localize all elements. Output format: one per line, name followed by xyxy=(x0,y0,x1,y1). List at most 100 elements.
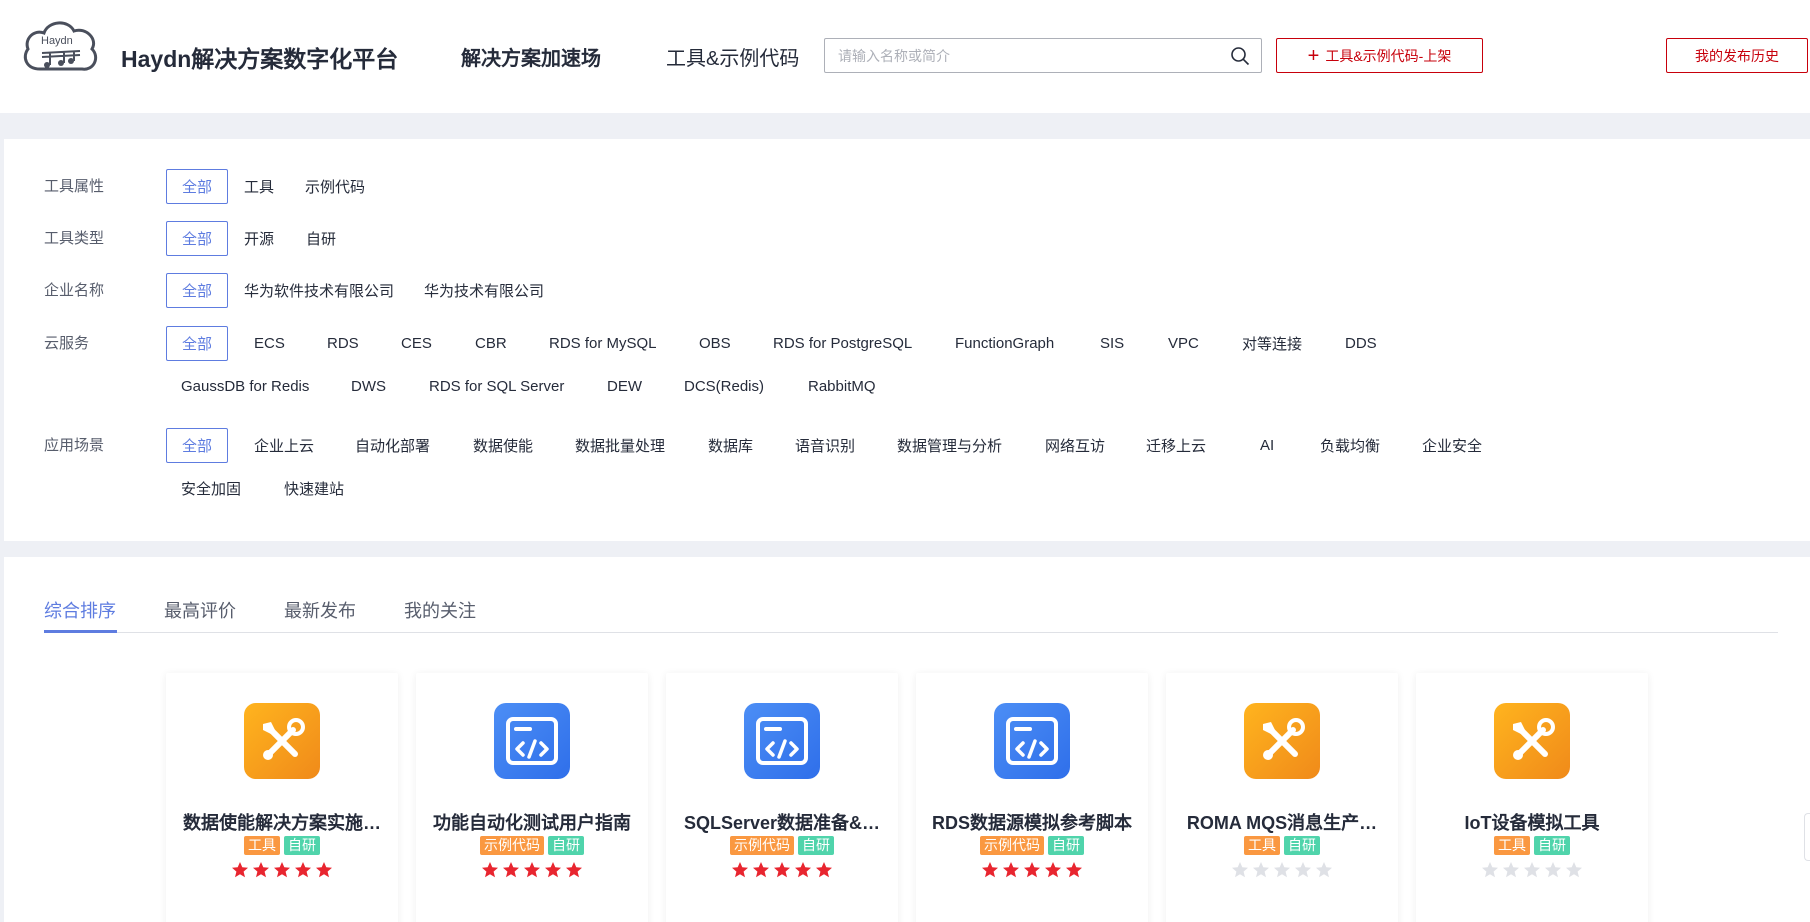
attr-tag: 工具 xyxy=(1494,836,1530,855)
filter-scene-hardening[interactable]: 安全加固 xyxy=(181,471,241,506)
star-icon xyxy=(295,862,311,878)
card-title[interactable]: RDS数据源模拟参考脚本 xyxy=(916,809,1148,835)
star-icon xyxy=(774,862,790,878)
product-card[interactable]: SQLServer数据准备&… 示例代码 自研 xyxy=(666,673,898,922)
publish-button[interactable]: + 工具&示例代码-上架 xyxy=(1276,38,1483,73)
publish-history-button[interactable]: 我的发布历史 xyxy=(1666,38,1808,73)
card-title[interactable]: 数据使能解决方案实施… xyxy=(166,809,398,835)
filter-scene-network[interactable]: 网络互访 xyxy=(1045,428,1105,463)
filter-scene-all[interactable]: 全部 xyxy=(166,428,228,463)
filter-cloud-dds[interactable]: DDS xyxy=(1345,326,1377,361)
filter-cloud-functiongraph[interactable]: FunctionGraph xyxy=(955,326,1054,361)
filter-cloud-all[interactable]: 全部 xyxy=(166,326,228,361)
filter-scene-batch-processing[interactable]: 数据批量处理 xyxy=(575,428,665,463)
filter-scene-load-balancing[interactable]: 负载均衡 xyxy=(1320,428,1380,463)
filter-cloud-sis[interactable]: SIS xyxy=(1100,326,1124,361)
product-card[interactable]: 功能自动化测试用户指南 示例代码 自研 xyxy=(416,673,648,922)
product-card[interactable]: IoT设备模拟工具 工具 自研 xyxy=(1416,673,1648,922)
card-title[interactable]: 功能自动化测试用户指南 xyxy=(416,809,648,835)
tab-following[interactable]: 我的关注 xyxy=(404,597,476,623)
rating-stars xyxy=(416,861,648,879)
filter-scene-data-enablement[interactable]: 数据使能 xyxy=(473,428,533,463)
star-icon xyxy=(1024,862,1040,878)
filter-cloud-rds-sqlserver[interactable]: RDS for SQL Server xyxy=(429,369,564,404)
star-icon xyxy=(795,862,811,878)
rating-stars xyxy=(166,861,398,879)
filter-company-all[interactable]: 全部 xyxy=(166,273,228,308)
code-icon xyxy=(494,703,570,779)
star-icon xyxy=(524,862,540,878)
star-icon xyxy=(1066,862,1082,878)
side-float-tab[interactable] xyxy=(1804,813,1810,861)
card-title[interactable]: SQLServer数据准备&… xyxy=(666,809,898,835)
tab-overall[interactable]: 综合排序 xyxy=(44,597,116,623)
filter-cloud-rds-postgresql[interactable]: RDS for PostgreSQL xyxy=(773,326,912,361)
filter-label-scene: 应用场景 xyxy=(44,437,105,454)
filter-scene-ai[interactable]: AI xyxy=(1260,428,1274,463)
filter-attr-sample[interactable]: 示例代码 xyxy=(305,169,365,204)
filter-cloud-vpc[interactable]: VPC xyxy=(1168,326,1199,361)
filter-cloud-dws[interactable]: DWS xyxy=(351,369,386,404)
filter-cloud-ecs[interactable]: ECS xyxy=(254,326,285,361)
tab-divider xyxy=(44,632,1778,633)
rating-stars xyxy=(916,861,1148,879)
star-icon xyxy=(732,862,748,878)
rating-stars xyxy=(1416,861,1648,879)
filter-attr-all[interactable]: 全部 xyxy=(166,169,228,204)
tab-newest[interactable]: 最新发布 xyxy=(284,597,356,623)
filter-cloud-peering[interactable]: 对等连接 xyxy=(1242,326,1302,361)
filter-company-huawei-software[interactable]: 华为软件技术有限公司 xyxy=(244,273,394,308)
star-icon xyxy=(1274,862,1290,878)
filter-scene-data-management[interactable]: 数据管理与分析 xyxy=(897,428,1002,463)
product-card[interactable]: ROMA MQS消息生产… 工具 自研 xyxy=(1166,673,1398,922)
type-tag: 自研 xyxy=(798,836,834,855)
haydn-logo[interactable]: Haydn xyxy=(20,17,102,79)
filter-company-huawei-tech[interactable]: 华为技术有限公司 xyxy=(424,273,544,308)
filter-type-opensource[interactable]: 开源 xyxy=(244,221,274,256)
filter-scene-enterprise-security[interactable]: 企业安全 xyxy=(1422,428,1482,463)
nav-solution-accelerator[interactable]: 解决方案加速场 xyxy=(461,42,601,71)
publish-button-label: 工具&示例代码-上架 xyxy=(1325,47,1452,64)
filter-cloud-gaussdb-redis[interactable]: GaussDB for Redis xyxy=(181,369,309,404)
results-panel: 综合排序 最高评价 最新发布 我的关注 数据使能解决方案实施… 工具 自研 功能自动化… xyxy=(4,557,1810,922)
filter-attr-tool[interactable]: 工具 xyxy=(244,169,274,204)
filter-cloud-dcs-redis[interactable]: DCS(Redis) xyxy=(684,369,764,404)
card-title[interactable]: ROMA MQS消息生产… xyxy=(1166,809,1398,835)
tool-icon xyxy=(1494,703,1570,779)
filter-cloud-obs[interactable]: OBS xyxy=(699,326,731,361)
star-icon xyxy=(1316,862,1332,878)
card-tags: 示例代码 自研 xyxy=(666,836,898,855)
card-title[interactable]: IoT设备模拟工具 xyxy=(1416,809,1648,835)
star-icon xyxy=(1295,862,1311,878)
filter-scene-quick-site[interactable]: 快速建站 xyxy=(284,471,344,506)
brand-title: Haydn解决方案数字化平台 xyxy=(121,46,399,72)
filter-scene-migration[interactable]: 迁移上云 xyxy=(1146,428,1206,463)
filter-cloud-rabbitmq[interactable]: RabbitMQ xyxy=(808,369,876,404)
product-card[interactable]: RDS数据源模拟参考脚本 示例代码 自研 xyxy=(916,673,1148,922)
filter-cloud-rds-mysql[interactable]: RDS for MySQL xyxy=(549,326,657,361)
filter-type-all[interactable]: 全部 xyxy=(166,221,228,256)
star-icon xyxy=(982,862,998,878)
filter-cloud-ces[interactable]: CES xyxy=(401,326,432,361)
card-tags: 工具 自研 xyxy=(1166,836,1398,855)
search-icon[interactable] xyxy=(1230,46,1250,66)
search-input[interactable] xyxy=(825,39,1215,72)
filter-scene-enterprise-cloud[interactable]: 企业上云 xyxy=(254,428,314,463)
filter-scene-auto-deploy[interactable]: 自动化部署 xyxy=(355,428,430,463)
star-icon xyxy=(1045,862,1061,878)
nav-tools-samples[interactable]: 工具&示例代码 xyxy=(666,42,799,71)
filter-cloud-rds[interactable]: RDS xyxy=(327,326,359,361)
filter-scene-speech-recognition[interactable]: 语音识别 xyxy=(795,428,855,463)
filter-scene-database[interactable]: 数据库 xyxy=(708,428,753,463)
svg-text:Haydn: Haydn xyxy=(41,35,73,47)
type-tag: 自研 xyxy=(1284,836,1320,855)
tab-top-rated[interactable]: 最高评价 xyxy=(164,597,236,623)
filter-cloud-dew[interactable]: DEW xyxy=(607,369,642,404)
filter-cloud-cbr[interactable]: CBR xyxy=(475,326,507,361)
filter-type-inhouse[interactable]: 自研 xyxy=(306,221,336,256)
code-icon xyxy=(744,703,820,779)
star-icon xyxy=(503,862,519,878)
product-card[interactable]: 数据使能解决方案实施… 工具 自研 xyxy=(166,673,398,922)
star-icon xyxy=(1566,862,1582,878)
attr-tag: 工具 xyxy=(1244,836,1280,855)
